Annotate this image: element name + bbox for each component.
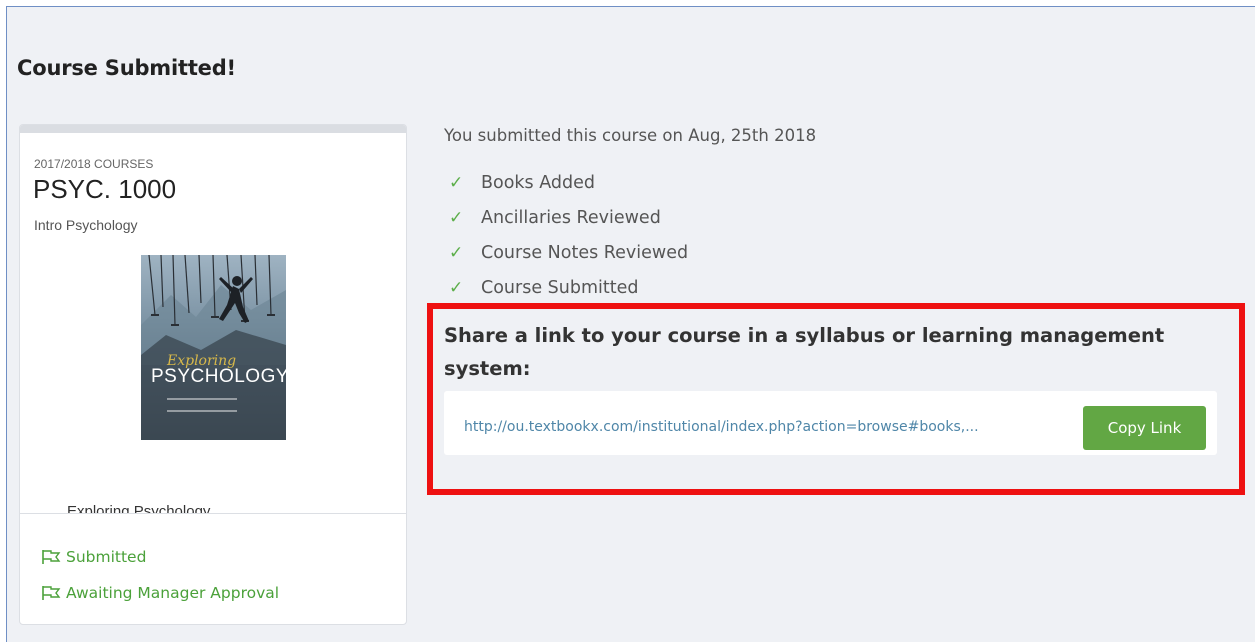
page-frame: Course Submitted! 2017/2018 COURSES PSYC… [6, 6, 1255, 642]
book-cover-title-text: PSYCHOLOGY [151, 366, 286, 387]
status-label: Awaiting Manager Approval [66, 584, 280, 602]
checklist-item: ✓ Ancillaries Reviewed [449, 200, 688, 235]
book-cover-authors-mark [167, 398, 237, 412]
checklist-item: ✓ Books Added [449, 165, 688, 200]
status-label: Submitted [66, 548, 147, 566]
course-name: Intro Psychology [34, 217, 138, 233]
flag-icon [41, 585, 61, 601]
checklist-item-label: Course Submitted [481, 277, 639, 298]
checklist-item: ✓ Course Notes Reviewed [449, 235, 688, 270]
book-cover-art [141, 255, 286, 440]
status-awaiting-approval: Awaiting Manager Approval [41, 584, 279, 602]
status-submitted: Submitted [41, 548, 146, 566]
check-icon: ✓ [449, 207, 464, 228]
page-title: Course Submitted! [17, 56, 236, 80]
card-divider [20, 513, 406, 514]
checklist-item-label: Ancillaries Reviewed [481, 207, 661, 228]
course-term: 2017/2018 COURSES [34, 157, 154, 171]
card-content: 2017/2018 COURSES PSYC. 1000 Intro Psych… [20, 133, 406, 513]
card-top-bar [20, 125, 406, 133]
flag-icon [41, 549, 61, 565]
checklist-item-label: Books Added [481, 172, 595, 193]
course-code: PSYC. 1000 [33, 174, 177, 204]
check-icon: ✓ [449, 172, 464, 193]
checklist: ✓ Books Added ✓ Ancillaries Reviewed ✓ C… [449, 165, 688, 305]
course-card[interactable]: 2017/2018 COURSES PSYC. 1000 Intro Psych… [19, 124, 407, 625]
checklist-item: ✓ Course Submitted [449, 270, 688, 305]
check-icon: ✓ [449, 242, 464, 263]
highlight-annotation-box [427, 303, 1245, 495]
book-cover-image[interactable]: Exploring PSYCHOLOGY [141, 255, 286, 440]
submission-date-text: You submitted this course on Aug, 25th 2… [444, 126, 817, 145]
check-icon: ✓ [449, 277, 464, 298]
book-title: Exploring Psychology [67, 503, 211, 513]
checklist-item-label: Course Notes Reviewed [481, 242, 689, 263]
